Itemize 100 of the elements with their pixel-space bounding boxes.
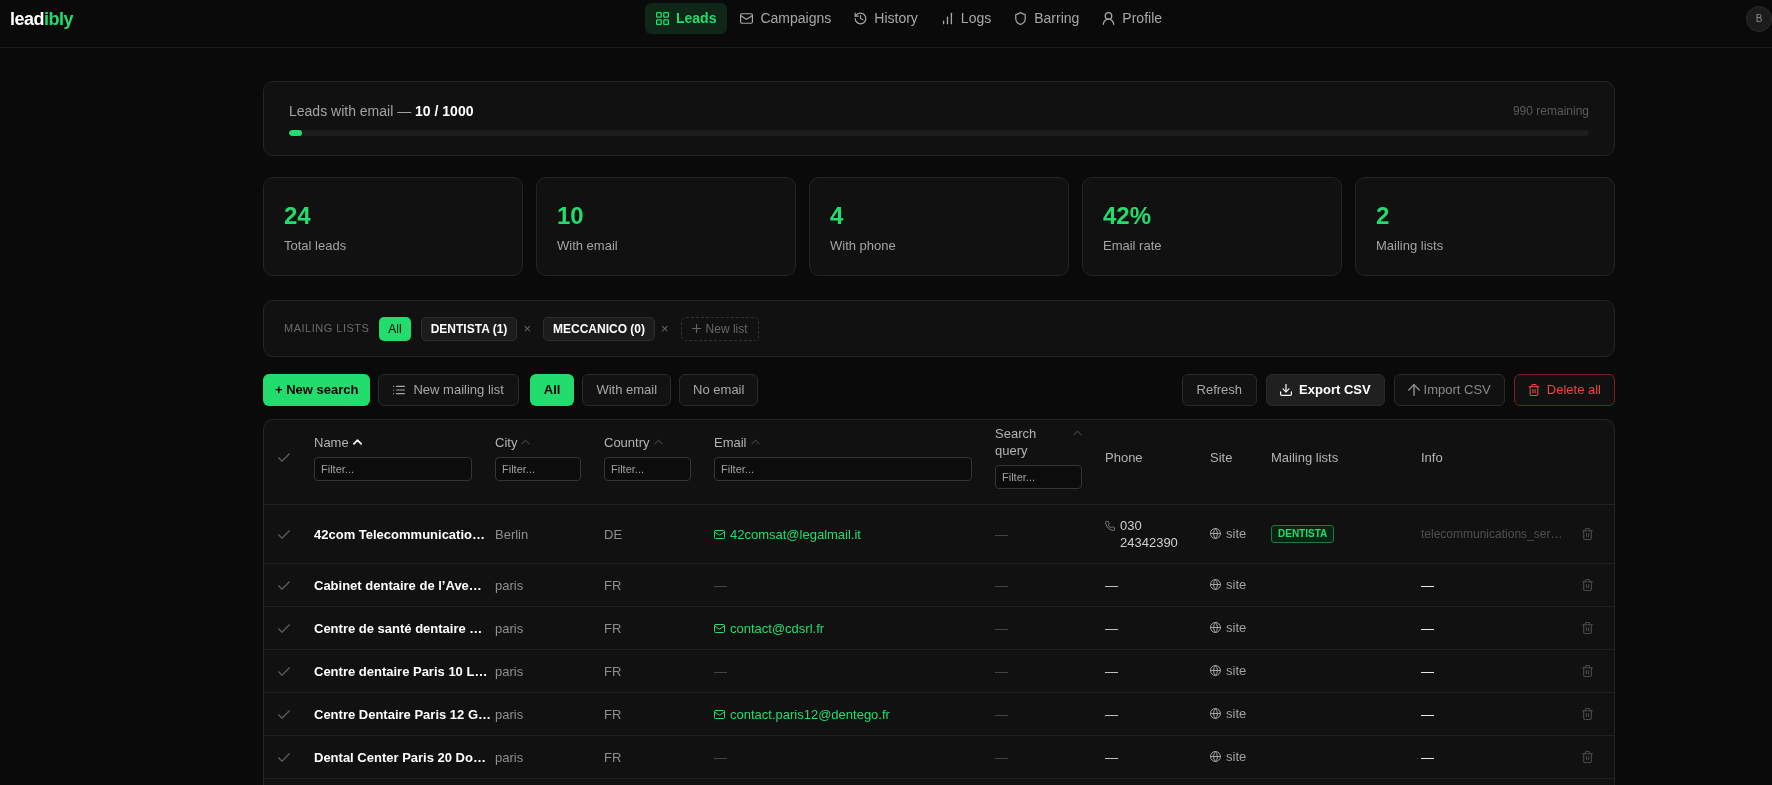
delete-all-button[interactable]: Delete all xyxy=(1513,374,1615,406)
nav-tab[interactable]: Campaigns xyxy=(730,3,842,34)
check-icon xyxy=(278,580,290,590)
stat-label: Total leads xyxy=(284,237,348,255)
site-link[interactable]: site xyxy=(1210,576,1247,593)
plus-icon xyxy=(691,324,701,333)
table-cell: — xyxy=(995,526,1008,542)
list-chip[interactable]: MECCANICO (0) xyxy=(542,316,655,341)
stat-value: 10 xyxy=(557,201,585,231)
column-header[interactable]: Name xyxy=(314,433,362,451)
column-header: Site xyxy=(1210,448,1234,466)
envelope-icon xyxy=(714,529,725,539)
trash-icon[interactable] xyxy=(1582,579,1593,591)
filter-field[interactable]: Filter... xyxy=(714,456,972,481)
table-cell: FR xyxy=(604,706,622,722)
phone-icon xyxy=(1105,521,1115,531)
remove-button[interactable]: × xyxy=(660,320,669,337)
avatar[interactable]: B xyxy=(1746,5,1772,32)
site-link[interactable]: site xyxy=(1210,748,1247,765)
trash-icon[interactable] xyxy=(1582,622,1593,634)
table-cell: — xyxy=(995,706,1008,722)
envelope-icon xyxy=(714,709,725,719)
list-chip[interactable]: DENTISTA (1) xyxy=(420,316,518,341)
refresh-button[interactable]: Refresh xyxy=(1181,374,1258,406)
table-cell: — xyxy=(1105,619,1118,637)
table-cell: — xyxy=(1105,748,1118,766)
table-cell: FR xyxy=(604,577,622,593)
nav-tab[interactable]: Profile xyxy=(1092,3,1173,34)
filter-field[interactable]: Filter... xyxy=(604,456,691,481)
envelope-icon xyxy=(714,623,725,633)
stat-label: With email xyxy=(557,237,619,255)
column-header[interactable]: Country xyxy=(604,433,663,451)
globe-icon xyxy=(1210,665,1221,676)
remaining-count: 990 remaining xyxy=(1512,103,1589,120)
globe-icon xyxy=(1210,708,1221,719)
phone-number: 030 24342390 xyxy=(1120,517,1179,551)
table-cell: — xyxy=(1421,577,1434,593)
new-search-button[interactable]: + New search xyxy=(263,374,371,406)
table-cell: — xyxy=(1421,620,1434,636)
nav-tab[interactable]: Logs xyxy=(930,3,1002,34)
table-cell: — xyxy=(995,620,1008,636)
stat-label: With phone xyxy=(830,237,897,255)
filter-field[interactable]: Filter... xyxy=(995,465,1082,489)
filter-tab[interactable]: All xyxy=(529,374,575,406)
trash-icon xyxy=(1527,384,1540,396)
trash-icon[interactable] xyxy=(1582,665,1593,677)
info-text: telecommunications_ser… xyxy=(1421,527,1563,541)
site-link[interactable]: site xyxy=(1210,619,1247,636)
email-link[interactable]: contact.paris12@dentego.fr xyxy=(714,705,890,723)
grid-icon xyxy=(656,12,669,25)
trash-icon[interactable] xyxy=(1582,528,1593,540)
table-cell: DE xyxy=(604,526,623,542)
table-cell: paris xyxy=(495,620,524,636)
column-header[interactable]: Search query xyxy=(995,425,1082,459)
import-csv-button[interactable]: Import CSV xyxy=(1393,374,1505,406)
table-cell: — xyxy=(995,577,1008,593)
list-icon xyxy=(393,385,406,395)
globe-icon xyxy=(1210,528,1221,539)
table-cell: — xyxy=(714,577,727,593)
nav-tab[interactable]: History xyxy=(844,3,928,34)
filter-tab[interactable]: No email xyxy=(679,374,759,406)
download-icon xyxy=(1280,384,1293,396)
site-link[interactable]: site xyxy=(1210,662,1247,679)
logo-text: lead xyxy=(10,7,45,30)
list-chip[interactable]: All xyxy=(379,316,411,341)
table-cell: FR xyxy=(604,663,622,679)
filter-tab[interactable]: With email xyxy=(582,374,672,406)
column-header[interactable]: City xyxy=(495,433,531,451)
remove-button[interactable]: × xyxy=(523,320,531,337)
column-header[interactable]: Email xyxy=(714,433,760,451)
site-link[interactable]: site xyxy=(1210,705,1247,722)
stat-value: 2 xyxy=(1376,201,1391,231)
list-tag: DENTISTA xyxy=(1271,525,1335,543)
column-header: Mailing lists xyxy=(1271,448,1340,466)
lead-name: Centre dentaire Paris 10 L… xyxy=(314,663,488,679)
new-mailing-list-button[interactable]: New mailing list xyxy=(378,374,519,406)
site-link[interactable]: site xyxy=(1210,525,1247,542)
trash-icon[interactable] xyxy=(1582,708,1593,720)
stat-label: Email rate xyxy=(1103,237,1163,255)
nav-tab[interactable]: Leads xyxy=(645,3,728,34)
user-icon xyxy=(1102,12,1116,25)
column-header: Phone xyxy=(1105,448,1144,466)
email-link[interactable]: 42comsat@legalmail.it xyxy=(714,525,861,543)
globe-icon xyxy=(1210,579,1221,590)
check-icon xyxy=(278,452,290,462)
table-cell: — xyxy=(1421,749,1434,765)
filter-field[interactable]: Filter... xyxy=(314,456,472,481)
export-csv-button[interactable]: Export CSV xyxy=(1266,374,1385,406)
table-cell: paris xyxy=(495,749,524,765)
history-icon xyxy=(854,12,868,25)
nav-tab[interactable]: Barring xyxy=(1004,3,1090,34)
table-cell: — xyxy=(1421,663,1434,679)
lead-name: Centre de santé dentaire … xyxy=(314,620,483,636)
lead-name: Centre Dentaire Paris 12 G… xyxy=(314,706,492,722)
check-icon xyxy=(278,623,290,633)
section-label: MAILING LISTS xyxy=(284,321,370,337)
table-cell: — xyxy=(714,749,727,765)
filter-field[interactable]: Filter... xyxy=(495,456,581,481)
email-link[interactable]: contact@cdsrl.fr xyxy=(714,619,825,637)
trash-icon[interactable] xyxy=(1582,751,1593,763)
